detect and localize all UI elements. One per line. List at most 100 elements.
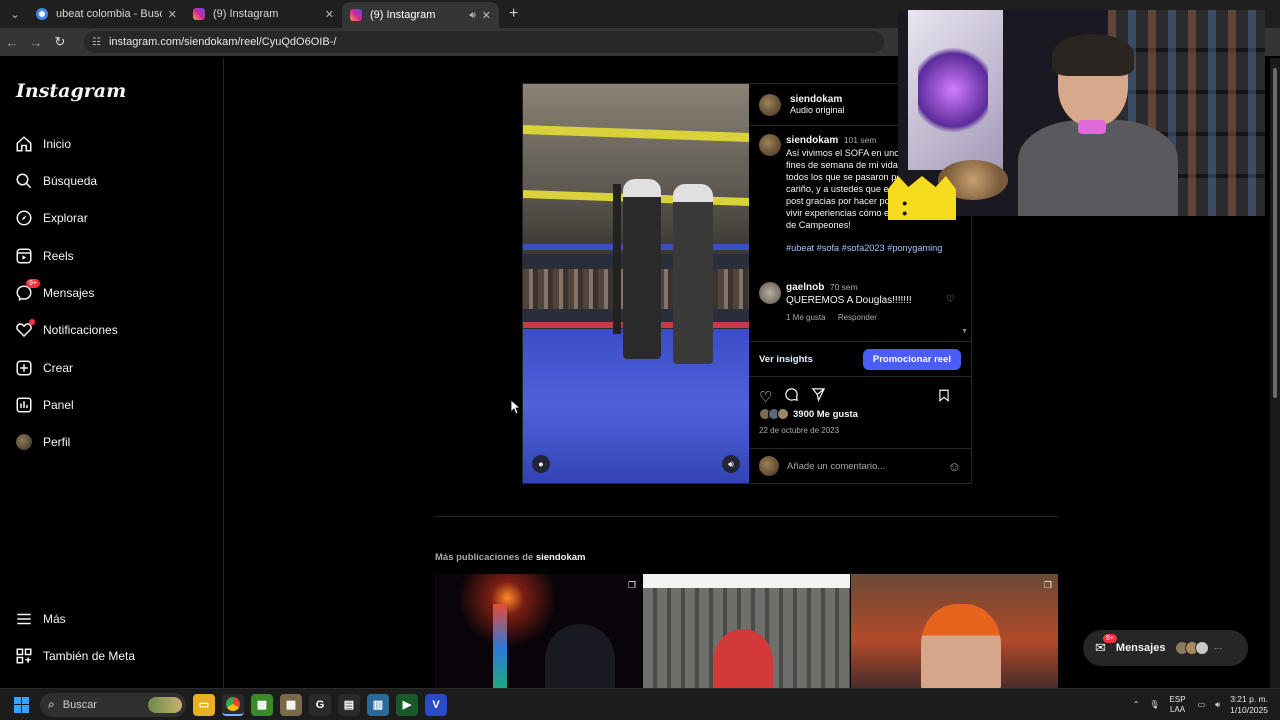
sidebar-item-inicio[interactable]: Inicio bbox=[14, 130, 71, 158]
tab-search-button[interactable]: ⌄ bbox=[2, 3, 28, 25]
calculator-icon[interactable]: ▥ bbox=[367, 693, 389, 716]
post-date: 22 de octubre de 2023 bbox=[759, 426, 840, 435]
file-explorer-icon[interactable]: ▭ bbox=[193, 693, 215, 716]
app-g-icon[interactable]: G bbox=[309, 693, 331, 716]
sidebar-item-crear[interactable]: Crear bbox=[14, 354, 73, 382]
share-send-icon[interactable] bbox=[811, 387, 826, 406]
messages-floating-button[interactable]: ✉ 9+ Mensajes ··· bbox=[1083, 630, 1248, 666]
avatar bbox=[759, 456, 779, 476]
carousel-icon: ❐ bbox=[1043, 580, 1052, 590]
browser-tab-instagram-active[interactable]: (9) Instagram 🔊︎ ✕ bbox=[342, 2, 499, 28]
instagram-favicon-icon bbox=[193, 8, 205, 20]
audio-label[interactable]: Audio original bbox=[790, 105, 845, 115]
post-thumbnail[interactable]: ❐ bbox=[851, 574, 1058, 688]
media-player-icon[interactable]: ▶ bbox=[396, 693, 418, 716]
caption-username[interactable]: siendokam bbox=[786, 135, 838, 146]
microphone-icon[interactable]: 🎙︎ bbox=[1149, 700, 1159, 709]
sidebar: Instagram Inicio Búsqueda Explorar Reels bbox=[0, 58, 224, 688]
comment-like-icon[interactable]: ♡ bbox=[946, 294, 955, 305]
post-username[interactable]: siendokam bbox=[790, 94, 845, 105]
more-posts-title: Más publicaciones de siendokam bbox=[435, 552, 585, 563]
close-tab-icon[interactable]: ✕ bbox=[168, 8, 177, 21]
more-posts-username[interactable]: siendokam bbox=[536, 552, 586, 563]
reply-button[interactable]: Responder bbox=[838, 313, 877, 322]
back-arrow-icon[interactable]: ← bbox=[0, 35, 24, 50]
messenger-icon: ✉ 9+ bbox=[1095, 634, 1117, 656]
new-tab-button[interactable]: + bbox=[509, 5, 518, 23]
sidebar-item-meta[interactable]: También de Meta bbox=[14, 642, 135, 670]
hashtag-link[interactable]: #ponygaming bbox=[887, 243, 942, 253]
hashtag-link[interactable]: #sofa2023 bbox=[842, 243, 885, 253]
system-tray: ⌃ 🎙︎ ESP LAA ▭ 🔊︎ 3:21 p. m. 1/10/2025 bbox=[1133, 694, 1280, 716]
emoji-icon[interactable]: ☺ bbox=[948, 459, 961, 474]
browser-tab-instagram-1[interactable]: (9) Instagram ✕ bbox=[185, 0, 342, 28]
scroll-down-arrow-icon[interactable]: ▼ bbox=[961, 328, 968, 335]
minecraft-icon[interactable]: ▦ bbox=[251, 693, 273, 716]
taskbar-search[interactable]: ⌕ Buscar bbox=[40, 692, 186, 717]
bookmark-icon[interactable] bbox=[937, 388, 951, 406]
like-count[interactable]: 3900 Me gusta bbox=[793, 409, 858, 420]
speaker-icon[interactable]: 🔊︎ bbox=[469, 10, 475, 21]
sidebar-item-panel[interactable]: Panel bbox=[14, 391, 74, 419]
hashtag-link[interactable]: #ubeat bbox=[786, 243, 814, 253]
app-v-icon[interactable]: V bbox=[425, 693, 447, 716]
messages-label: Mensajes bbox=[1115, 642, 1166, 654]
language-indicator[interactable]: ESP LAA bbox=[1170, 695, 1186, 715]
sidebar-item-label: Explorar bbox=[43, 211, 88, 225]
avatar[interactable] bbox=[759, 282, 781, 304]
url-bar[interactable]: ☷ instagram.com/siendokam/reel/CyuQdO6OI… bbox=[84, 31, 884, 53]
sidebar-item-mensajes[interactable]: 9+ Mensajes bbox=[14, 279, 94, 307]
notification-badge: 9+ bbox=[26, 279, 40, 288]
page-scrollbar[interactable] bbox=[1270, 58, 1280, 688]
comment-bubble-icon[interactable] bbox=[784, 387, 799, 406]
search-highlight-icon bbox=[148, 696, 182, 713]
post-thumbnail[interactable]: ❐ bbox=[435, 574, 642, 688]
windows-start-icon[interactable] bbox=[14, 696, 30, 713]
carousel-icon: ❐ bbox=[627, 580, 636, 590]
post-thumbnail[interactable] bbox=[643, 574, 850, 688]
avatar[interactable] bbox=[759, 93, 781, 116]
microphone bbox=[1078, 120, 1106, 134]
comment-input[interactable]: Añade un comentario... bbox=[787, 461, 948, 472]
avatar[interactable] bbox=[759, 134, 781, 156]
browser-tab-google[interactable]: ubeat colombia - Buscar con Go ✕ bbox=[28, 0, 185, 28]
close-tab-icon[interactable]: ✕ bbox=[482, 9, 491, 22]
notepad-icon[interactable]: ▤ bbox=[338, 693, 360, 716]
hashtag-link[interactable]: #sofa bbox=[817, 243, 839, 253]
comment-likes[interactable]: 1 Me gusta bbox=[786, 313, 826, 322]
forward-arrow-icon[interactable]: → bbox=[24, 35, 48, 50]
instagram-logo[interactable]: Instagram bbox=[16, 80, 126, 102]
sidebar-item-label: Notificaciones bbox=[43, 323, 118, 337]
clock[interactable]: 3:21 p. m. 1/10/2025 bbox=[1230, 694, 1268, 716]
sidebar-item-busqueda[interactable]: Búsqueda bbox=[14, 167, 97, 195]
promote-reel-button[interactable]: Promocionar reel bbox=[862, 348, 961, 370]
notification-dot bbox=[29, 319, 35, 325]
chrome-icon[interactable] bbox=[222, 693, 244, 716]
like-heart-icon[interactable]: ♡ bbox=[759, 388, 772, 406]
liker-avatar bbox=[777, 408, 789, 420]
sidebar-item-perfil[interactable]: Perfil bbox=[14, 428, 70, 456]
comment-username[interactable]: gaelnob bbox=[786, 282, 824, 293]
volume-icon[interactable]: 🔊︎ bbox=[1215, 700, 1220, 710]
site-info-icon[interactable]: ☷ bbox=[92, 37, 101, 48]
network-icon[interactable]: ▭ bbox=[1198, 700, 1206, 709]
reel-video[interactable]: ● 🔊︎ bbox=[523, 84, 749, 483]
likes-row[interactable]: 3900 Me gusta bbox=[759, 408, 858, 420]
boxer-figure bbox=[673, 184, 713, 364]
sidebar-item-mas[interactable]: Más bbox=[14, 605, 66, 633]
sidebar-item-reels[interactable]: Reels bbox=[14, 242, 74, 270]
sidebar-item-notificaciones[interactable]: Notificaciones bbox=[14, 316, 118, 344]
messenger-icon: 9+ bbox=[14, 279, 40, 303]
view-insights-link[interactable]: Ver insights bbox=[759, 354, 813, 365]
reload-icon[interactable]: ↻ bbox=[48, 34, 72, 50]
close-tab-icon[interactable]: ✕ bbox=[325, 8, 334, 21]
volume-icon[interactable]: 🔊︎ bbox=[722, 455, 740, 473]
section-divider bbox=[435, 516, 1058, 517]
compass-icon bbox=[14, 208, 34, 228]
minecraft-launcher-icon[interactable]: ▩ bbox=[280, 693, 302, 716]
sidebar-item-explorar[interactable]: Explorar bbox=[14, 204, 88, 232]
sidebar-item-label: Panel bbox=[43, 398, 74, 412]
comment-time: 70 sem bbox=[829, 282, 858, 292]
chevron-up-icon[interactable]: ⌃ bbox=[1133, 700, 1140, 709]
tagged-user-icon[interactable]: ● bbox=[532, 455, 550, 473]
